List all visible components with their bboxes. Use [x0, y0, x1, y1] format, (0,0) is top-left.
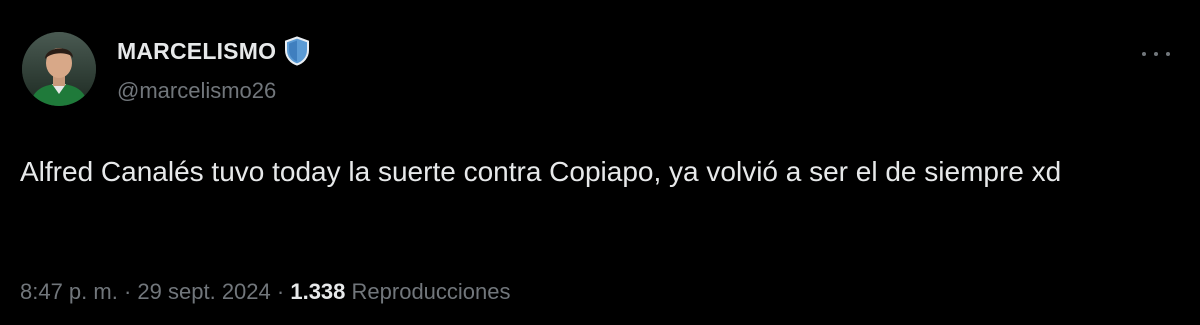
- more-options-icon[interactable]: [1142, 44, 1170, 64]
- author-name-row: MARCELISMO: [117, 33, 310, 69]
- author-handle[interactable]: @marcelismo26: [117, 78, 276, 104]
- views-label: Reproducciones: [351, 279, 511, 304]
- author-display-name[interactable]: MARCELISMO: [117, 38, 276, 65]
- views-count: 1.338: [290, 279, 346, 304]
- meta-separator: ·: [123, 279, 132, 304]
- tweet-card: MARCELISMO @marcelismo26 Alfred Canalés …: [0, 0, 1200, 325]
- post-meta: 8:47 p. m. · 29 sept. 2024 · 1.338 Repro…: [20, 279, 511, 305]
- post-date[interactable]: 29 sept. 2024: [137, 279, 270, 304]
- more-dot: [1142, 52, 1146, 56]
- post-text: Alfred Canalés tuvo today la suerte cont…: [20, 156, 1062, 187]
- avatar-image: [22, 32, 96, 106]
- avatar[interactable]: [22, 32, 96, 106]
- post-time[interactable]: 8:47 p. m.: [20, 279, 118, 304]
- more-dot: [1166, 52, 1170, 56]
- shield-badge-icon: [284, 36, 310, 66]
- more-dot: [1154, 52, 1158, 56]
- meta-separator: ·: [276, 279, 285, 304]
